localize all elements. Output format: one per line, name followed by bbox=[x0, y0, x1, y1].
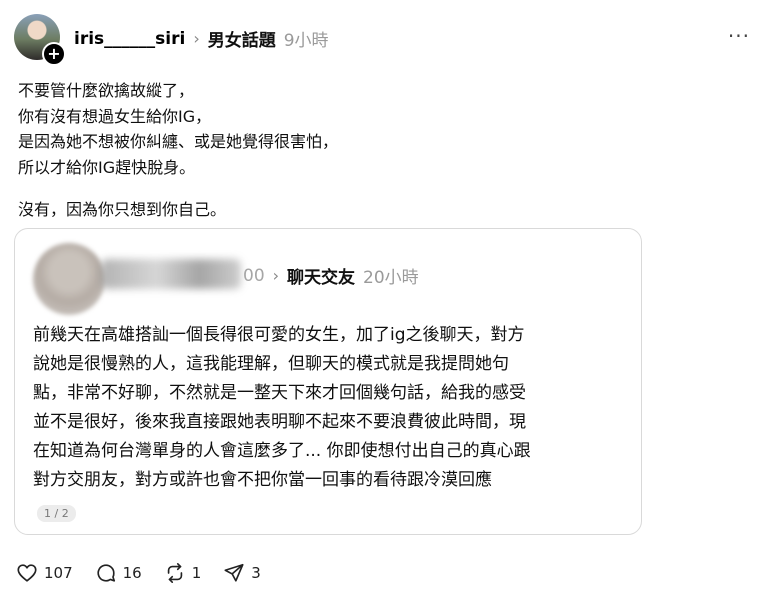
topic-tag[interactable]: 男女話題 bbox=[208, 26, 276, 51]
repost-count: 1 bbox=[191, 564, 202, 582]
send-icon bbox=[224, 563, 244, 582]
quoted-body: 前幾天在高雄搭訕一個長得很可愛的女生，加了ig之後聊天，對方 說她是很慢熟的人，… bbox=[33, 321, 629, 495]
quoted-post-card[interactable]: 00 › 聊天交友 20小時 前幾天在高雄搭訕一個長得很可愛的女生，加了ig之後… bbox=[14, 228, 642, 535]
page-indicator: 1 / 2 bbox=[37, 505, 76, 522]
follow-plus-icon[interactable]: + bbox=[42, 42, 66, 66]
comment-button[interactable]: 16 bbox=[95, 562, 142, 584]
post-body: 不要管什麼欲擒故縱了， 你有沒有想過女生給你IG， 是因為她不想被你糾纏、或是她… bbox=[18, 78, 618, 180]
quoted-username-tail: 00 bbox=[243, 265, 265, 286]
like-count: 107 bbox=[44, 564, 73, 582]
quoted-avatar bbox=[33, 243, 105, 315]
post-body-line: 你有沒有想過女生給你IG， bbox=[18, 106, 212, 126]
quoted-topic-tag[interactable]: 聊天交友 bbox=[287, 263, 355, 288]
quoted-header: 00 › 聊天交友 20小時 bbox=[243, 263, 419, 289]
more-options-icon[interactable]: ··· bbox=[728, 24, 750, 48]
quoted-body-line: 點，非常不好聊，不然就是一整天下來才回個幾句話，給我的感受 bbox=[33, 383, 526, 403]
chevron-right-icon: › bbox=[193, 29, 200, 48]
quoted-username-blurred bbox=[101, 259, 241, 289]
quoted-body-line: 對方交朋友，對方或許也會不把你當一回事的看待跟冷漠回應 bbox=[33, 470, 492, 490]
repost-icon bbox=[167, 563, 182, 583]
action-bar: 107 16 1 3 bbox=[16, 562, 283, 584]
post-body-line: 不要管什麼欲擒故縱了， bbox=[18, 81, 195, 100]
share-button[interactable]: 3 bbox=[223, 562, 261, 584]
share-count: 3 bbox=[251, 564, 261, 582]
username[interactable]: iris______siri bbox=[74, 29, 185, 49]
quoted-body-line: 說她是很慢熟的人，這我能理解，但聊天的模式就是我提問她句 bbox=[33, 354, 509, 374]
quoted-body-line: 並不是很好，後來我直接跟她表明聊不起來不要浪費彼此時間，現 bbox=[33, 412, 526, 432]
repost-button[interactable]: 1 bbox=[164, 562, 202, 584]
quoted-time: 20小時 bbox=[363, 268, 419, 288]
post-body-line: 是因為她不想被你糾纏、或是她覺得很害怕， bbox=[18, 132, 339, 151]
post-reply-line: 沒有，因為你只想到你自己。 bbox=[18, 200, 227, 219]
post-time: 9小時 bbox=[283, 31, 329, 51]
quoted-body-line: 前幾天在高雄搭訕一個長得很可愛的女生，加了ig之後聊天，對方 bbox=[33, 325, 525, 345]
post-body-line: 所以才給你IG趕快脫身。 bbox=[18, 157, 196, 177]
comment-bubble-icon bbox=[97, 564, 115, 582]
quoted-body-line: 在知道為何台灣單身的人會這麼多了... 你即使想付出自己的真心跟 bbox=[33, 441, 531, 461]
avatar[interactable]: + bbox=[14, 14, 66, 66]
comment-count: 16 bbox=[122, 564, 142, 582]
post-header: iris______siri › 男女話題 9小時 bbox=[74, 26, 329, 52]
heart-icon bbox=[17, 564, 37, 582]
like-button[interactable]: 107 bbox=[16, 562, 73, 584]
chevron-right-icon: › bbox=[272, 266, 280, 285]
